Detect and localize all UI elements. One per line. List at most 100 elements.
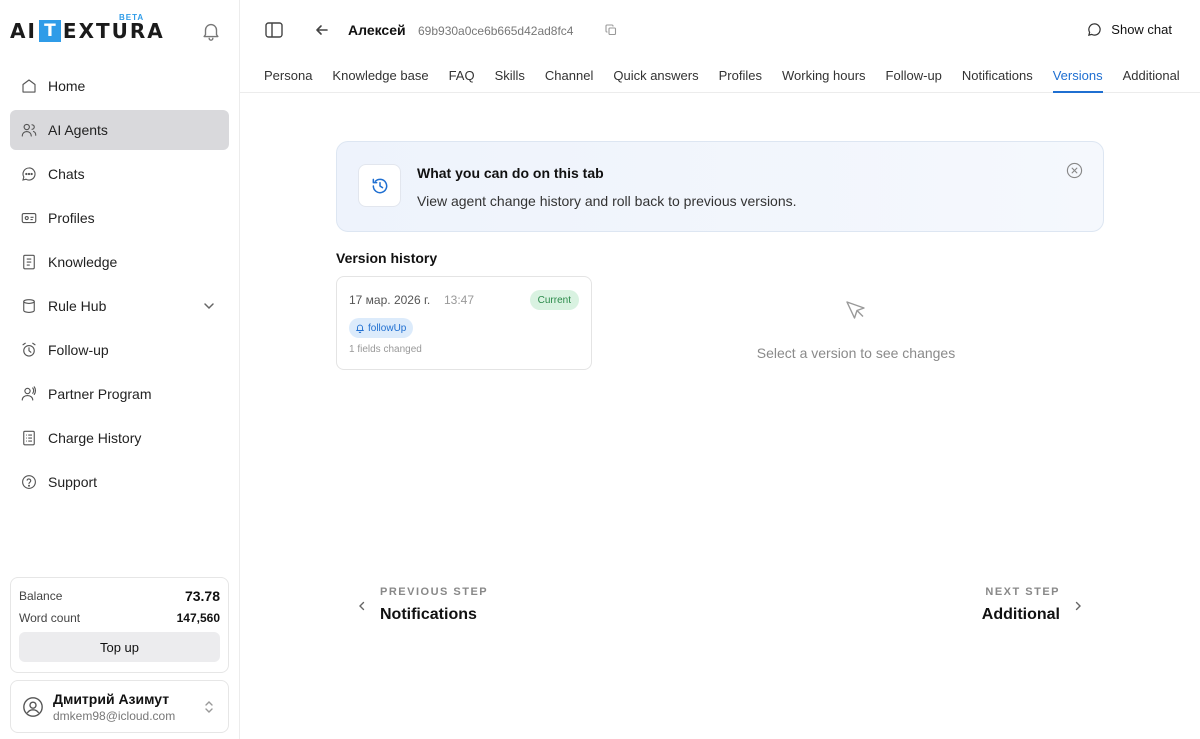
close-circle-icon[interactable] [1066, 162, 1083, 179]
tab-skills[interactable]: Skills [495, 68, 525, 93]
word-count-label: Word count [19, 611, 81, 625]
changed-field-label: followUp [368, 322, 407, 334]
tab-knowledge-base[interactable]: Knowledge base [332, 68, 428, 93]
brand-logo[interactable]: AI T EXTURA BETA [10, 13, 165, 44]
sidebar: AI T EXTURA BETA Home AI Agents Chats Pr… [0, 0, 240, 739]
previous-step-button[interactable]: PREVIOUS STEP Notifications [356, 586, 488, 624]
previous-step-name: Notifications [380, 606, 477, 623]
word-count-value: 147,560 [176, 611, 220, 625]
word-count-row: Word count 147,560 [19, 609, 220, 627]
balance-card: Balance 73.78 Word count 147,560 Top up [10, 577, 229, 673]
chevron-right-icon [1075, 601, 1081, 611]
partner-icon [20, 385, 38, 403]
logo-text-right: EXTURA [62, 19, 165, 43]
chevron-left-icon [359, 601, 365, 611]
info-title: What you can do on this tab [417, 165, 604, 181]
balance-label: Balance [19, 589, 63, 603]
logo-box-letter: T [38, 20, 61, 42]
tab-profiles[interactable]: Profiles [719, 68, 762, 93]
tab-follow-up[interactable]: Follow-up [886, 68, 942, 93]
tab-additional[interactable]: Additional [1123, 68, 1180, 93]
copy-icon[interactable] [605, 24, 617, 36]
sidebar-item-rule-hub[interactable]: Rule Hub [10, 286, 229, 326]
logo-text-left: AI [10, 19, 37, 43]
agent-tabs: Persona Knowledge base FAQ Skills Channe… [264, 68, 1200, 93]
tab-versions[interactable]: Versions [1052, 68, 1103, 93]
sidebar-item-charge-history[interactable]: Charge History [10, 418, 229, 458]
balance-value: 73.78 [184, 588, 220, 604]
sidebar-item-label: Charge History [48, 430, 142, 446]
user-menu[interactable]: Дмитрий Азимут dmkem98@icloud.com [10, 680, 229, 733]
chat-bubble-icon [20, 165, 38, 183]
help-circle-icon [20, 473, 38, 491]
history-icon [372, 178, 387, 193]
sidebar-item-follow-up[interactable]: Follow-up [10, 330, 229, 370]
chevron-up-down-icon[interactable] [202, 698, 216, 716]
top-up-button[interactable]: Top up [19, 632, 220, 662]
agent-id: 69b930a0ce6b665d42ad8fc4 [418, 24, 574, 38]
avatar-icon [23, 696, 43, 717]
tab-quick-answers[interactable]: Quick answers [613, 68, 698, 93]
changed-field-tag: followUp [349, 318, 414, 338]
pointer-cursor-icon [846, 301, 865, 319]
status-badge: Current [529, 290, 579, 310]
next-step-text: NEXT STEP Additional [982, 586, 1060, 624]
sidebar-item-profiles[interactable]: Profiles [10, 198, 229, 238]
show-chat-button[interactable]: Show chat [1087, 22, 1172, 37]
user-info: Дмитрий Азимут dmkem98@icloud.com [53, 691, 175, 723]
sidebar-item-label: Knowledge [48, 254, 118, 270]
sidebar-item-label: AI Agents [48, 122, 108, 138]
agent-name: Алексей [348, 22, 406, 38]
sidebar-item-chats[interactable]: Chats [10, 154, 229, 194]
bell-icon [355, 324, 365, 333]
sidebar-item-label: Follow-up [48, 342, 109, 358]
users-icon [20, 121, 38, 139]
sidebar-item-label: Chats [48, 166, 85, 182]
sidebar-item-label: Support [48, 474, 98, 490]
back-arrow-icon[interactable] [314, 22, 330, 38]
version-history-title: Version history [336, 250, 438, 266]
user-name: Дмитрий Азимут [53, 690, 170, 707]
next-step-name: Additional [981, 606, 1060, 623]
beta-badge: BETA [119, 13, 145, 22]
chevron-down-icon[interactable] [201, 298, 217, 314]
sidebar-item-knowledge[interactable]: Knowledge [10, 242, 229, 282]
sidebar-item-label: Partner Program [48, 386, 152, 402]
sidebar-item-support[interactable]: Support [10, 462, 229, 502]
tab-info-banner: What you can do on this tab View agent c… [336, 141, 1104, 232]
sidebar-nav: Home AI Agents Chats Profiles Knowledge … [10, 66, 229, 506]
balance-row: Balance 73.78 [19, 587, 220, 605]
info-description: View agent change history and roll back … [417, 193, 797, 209]
home-icon [20, 77, 38, 95]
sidebar-item-label: Rule Hub [48, 298, 107, 314]
fields-changed-count: 1 fields changed [349, 344, 422, 355]
version-date: 17 мар. 2026 г. [349, 293, 431, 307]
next-step-button[interactable]: NEXT STEP Additional [982, 586, 1084, 624]
sidebar-item-ai-agents[interactable]: AI Agents [10, 110, 229, 150]
history-icon-box [358, 164, 401, 207]
book-icon [20, 253, 38, 271]
tab-persona[interactable]: Persona [264, 68, 312, 93]
version-card[interactable]: 17 мар. 2026 г. 13:47 Current followUp 1… [336, 276, 592, 370]
agent-header: Алексей 69b930a0ce6b665d42ad8fc4 Show ch… [240, 0, 1200, 93]
version-time: 13:47 [444, 293, 475, 307]
tab-channel[interactable]: Channel [545, 68, 593, 93]
bell-icon[interactable] [200, 20, 222, 42]
tab-notifications[interactable]: Notifications [962, 68, 1033, 93]
show-chat-label: Show chat [1111, 22, 1172, 37]
user-email: dmkem98@icloud.com [53, 708, 176, 723]
receipt-icon [20, 429, 38, 447]
cylinder-icon [20, 297, 38, 315]
tab-faq[interactable]: FAQ [449, 68, 475, 93]
previous-step-label: PREVIOUS STEP [380, 586, 489, 598]
id-card-icon [20, 209, 38, 227]
version-empty-state: Select a version to see changes [700, 298, 1012, 361]
sidebar-item-partner-program[interactable]: Partner Program [10, 374, 229, 414]
previous-step-text: PREVIOUS STEP Notifications [380, 586, 488, 624]
sidebar-item-label: Home [48, 78, 86, 94]
sidebar-toggle-icon[interactable] [264, 20, 284, 40]
sidebar-item-home[interactable]: Home [10, 66, 229, 106]
chat-bubble-icon [1088, 23, 1101, 36]
next-step-label: NEXT STEP [985, 586, 1060, 598]
tab-working-hours[interactable]: Working hours [782, 68, 866, 93]
